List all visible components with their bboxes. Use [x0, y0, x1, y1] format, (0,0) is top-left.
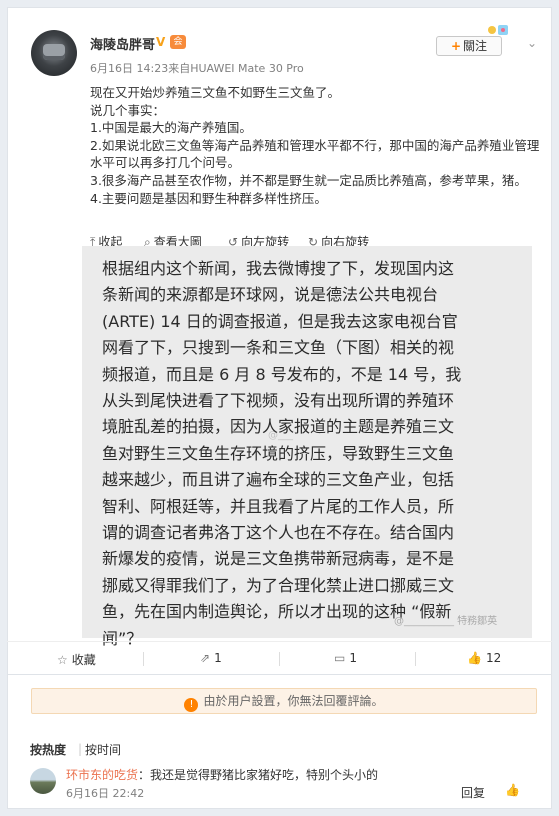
sort-by-time-tab[interactable]: 按时间 [85, 741, 121, 758]
divider [415, 652, 416, 666]
post-line: 现在又开始炒养殖三文鱼不如野生三文鱼了。 [90, 85, 341, 100]
divider [143, 652, 144, 666]
chevron-down-icon[interactable]: ⌄ [527, 36, 537, 50]
image-text-line: 从头到尾快进看了下视频，没有出现所谓的养殖环 [102, 391, 455, 411]
divider [279, 652, 280, 666]
image-text-line: (ARTE) 14 日的调查报道，但是我去这家电视台官 [102, 311, 458, 331]
comment-text: ：我还是觉得野猪比家猪好吃，特别个头小的 [138, 768, 379, 782]
post-meta: 6月16日 14:23来自HUAWEI Mate 30 Pro [90, 62, 304, 75]
image-text-line: 频报道，而且是 6 月 8 号发布的，不是 14 号，我 [102, 364, 462, 384]
plus-icon: + [450, 39, 462, 53]
comment-time: 6月16日 22:42 [66, 787, 145, 800]
post-line: 4.主要问题是基因和野生种群多样性挤压。 [90, 190, 327, 206]
image-text: 根据组内这个新闻，我去微博搜了下，发现国内这 条新闻的来源都是环球网，说是德法公… [102, 256, 516, 652]
post-line: 说几个事实： [90, 102, 166, 118]
post-actions-bar: ☆ 收藏 ⇗ 1 ▭ 1 👍 12 [7, 641, 552, 675]
member-badge-icon: 会 [170, 35, 186, 49]
commenter-name[interactable]: 环市东的吃货 [66, 766, 138, 783]
image-text-line: 新爆发的疫情，说是三文鱼携带新冠病毒，是不是 [102, 549, 455, 569]
image-text-line: 挪威又得罪我们了，为了合理化禁止进口挪威三文 [102, 575, 455, 595]
post-line: 3.很多海产品甚至农作物，并不都是野生就一定品质比养殖高，参考苹果，猪。 [90, 172, 527, 188]
divider: | [78, 742, 83, 756]
author-avatar[interactable] [31, 30, 77, 76]
image-text-line: 越来越少，而且讲了遍布全球的三文鱼产业，包括 [102, 470, 455, 490]
image-watermark-mid: @___ [268, 430, 293, 441]
post-text: 现在又开始炒养殖三文鱼不如野生三文鱼了。 说几个事实： 1.中国是最大的海产养殖… [90, 84, 550, 207]
image-text-line: 根据组内这个新闻，我去微博搜了下，发现国内这 [102, 259, 455, 278]
image-text-line: 网看了下，只搜到一条和三文鱼（下图）相关的视 [102, 338, 455, 358]
post-image[interactable]: 根据组内这个新闻，我去微博搜了下，发现国内这 条新闻的来源都是环球网，说是德法公… [82, 246, 532, 648]
image-text-line: 智利、阿根廷等，并且我看了片尾的工作人员，所 [102, 496, 455, 516]
image-watermark-corner: @__________ 特務鄒英 [394, 616, 498, 627]
image-text-line: 谓的调查记者弗洛丁这个人也在不存在。结合国内 [102, 523, 455, 543]
commenter-avatar[interactable] [30, 768, 56, 794]
comments-panel: ! 由於用户設置，你無法回覆評論。 按热度 | 按时间 环市东的吃货 ：我还是觉得… [7, 675, 552, 809]
verified-badge-icon: V [156, 35, 166, 49]
favorite-icon: ☆ [57, 653, 68, 667]
warning-icon: ! [184, 698, 199, 712]
post-line: 2.如果说北欧三文鱼等海产品养殖和管理水平都不行，那中国的海产品养殖业管理水平可… [90, 137, 540, 171]
post-line: 1.中国是最大的海产养殖国。 [90, 120, 252, 136]
image-text-line: 条新闻的来源都是环球网，说是德法公共电视台 [102, 285, 439, 305]
image-text-line: 境脏乱差的拍摄，因为人家报道的主题是养殖三文 [102, 417, 455, 437]
follow-button[interactable]: + 關注 [436, 36, 502, 56]
repost-button[interactable]: ⇗ 1 [200, 651, 222, 665]
comment-like-icon[interactable]: 👍 [505, 783, 520, 797]
reply-button[interactable]: 回复 [461, 784, 485, 801]
sort-by-hot-tab[interactable]: 按热度 [30, 741, 66, 758]
author-name[interactable]: 海陵岛胖哥 [90, 34, 155, 53]
image-text-line: 鱼对野生三文鱼生存环境的挤压，导致野生三文鱼 [102, 443, 455, 463]
comment-button[interactable]: ▭ 1 [334, 651, 357, 665]
reply-disabled-notice: ! 由於用户設置，你無法回覆評論。 [31, 688, 537, 714]
comment-icon: ▭ [334, 651, 346, 665]
repost-icon: ⇗ [200, 651, 211, 665]
thumbs-up-icon: 👍 [467, 651, 482, 665]
like-button[interactable]: 👍 12 [467, 651, 501, 665]
favorite-button[interactable]: ☆ 收藏 [57, 651, 96, 668]
follow-label: 關注 [463, 39, 488, 53]
